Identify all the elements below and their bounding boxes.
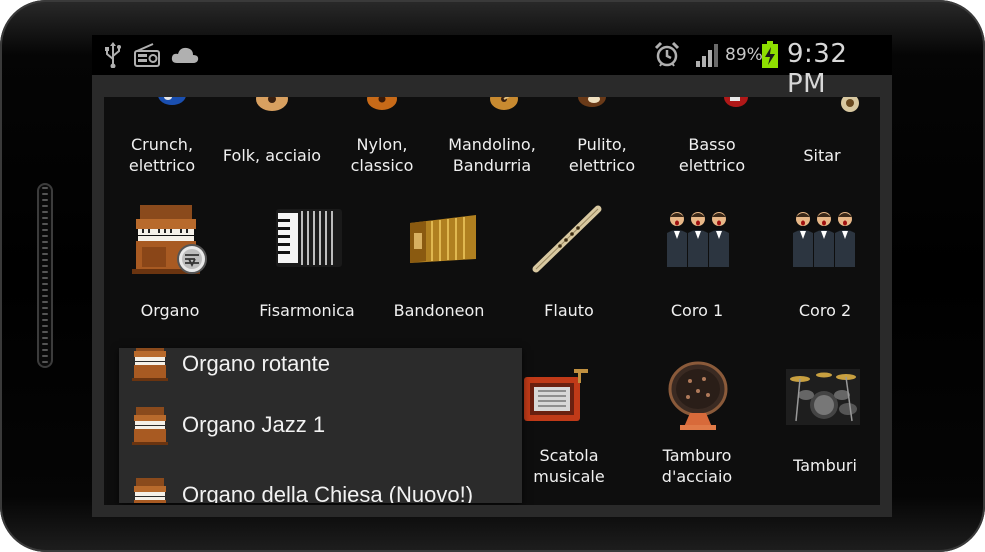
instrument-organ[interactable]: Organo xyxy=(112,193,228,333)
instrument-bandoneon[interactable]: Bandoneon xyxy=(374,193,504,333)
battery-percent: 89% xyxy=(725,45,763,65)
music-box-icon xyxy=(520,365,590,430)
usb-icon xyxy=(100,42,126,68)
instrument-choir-2[interactable]: Coro 2 xyxy=(760,193,880,333)
instrument-choir-1[interactable]: Coro 1 xyxy=(632,193,762,333)
organ-icon xyxy=(132,348,170,385)
sitar-icon xyxy=(836,97,866,124)
clock: 9:32 PM xyxy=(787,39,848,99)
organ-icon xyxy=(132,476,170,503)
instrument-clean-electric[interactable]: Pulito, elettrico xyxy=(552,97,652,181)
dropdown-item-organo-rotante[interactable]: Organo rotante xyxy=(119,348,522,395)
cloud-icon xyxy=(169,42,201,68)
steel-drum-icon xyxy=(664,359,736,436)
dropdown-item-organo-della-chiesa[interactable]: Organo della Chiesa (Nuovo!) xyxy=(119,466,522,503)
choir-icon xyxy=(666,209,730,274)
instrument-nylon-classic[interactable]: Nylon, classico xyxy=(332,97,432,181)
instrument-drums[interactable]: Tamburi xyxy=(760,357,880,497)
dropdown-item-organo-jazz-1[interactable]: Organo Jazz 1 xyxy=(119,395,522,457)
acoustic-guitar-icon xyxy=(250,97,294,124)
flute-icon xyxy=(530,203,606,280)
instrument-grid: Crunch, elettrico Folk, acciaio Nylon, c… xyxy=(104,97,880,505)
signal-icon xyxy=(693,42,723,68)
clean-guitar-icon xyxy=(574,97,614,120)
instrument-sitar[interactable]: Sitar xyxy=(772,97,872,181)
instrument-crunch-electric[interactable]: Crunch, elettrico xyxy=(112,97,212,181)
instrument-accordion[interactable]: Fisarmonica xyxy=(242,193,372,333)
device-screen: 89% 9:32 PM Crunch, elettrico Folk, acci… xyxy=(92,35,892,517)
instrument-music-box[interactable]: Scatola musicale xyxy=(504,357,634,497)
status-bar: 89% 9:32 PM xyxy=(92,35,892,99)
classical-guitar-icon xyxy=(360,97,404,122)
choir-icon xyxy=(792,209,856,274)
accordion-icon xyxy=(274,205,344,276)
radio-icon xyxy=(132,42,162,68)
instrument-steel-drum[interactable]: Tamburo d'acciaio xyxy=(632,357,762,497)
instrument-electric-bass[interactable]: Basso elettrico xyxy=(662,97,762,181)
drum-kit-icon xyxy=(786,369,860,430)
instrument-folk-steel[interactable]: Folk, acciaio xyxy=(222,97,322,181)
organ-icon xyxy=(132,203,212,280)
electric-guitar-icon xyxy=(152,97,192,116)
instrument-flute[interactable]: Flauto xyxy=(504,193,634,333)
bandoneon-icon xyxy=(406,211,480,272)
bass-guitar-icon xyxy=(718,97,752,120)
mandolin-icon xyxy=(486,97,526,122)
organ-icon xyxy=(132,405,170,449)
speaker-grille xyxy=(37,183,53,368)
alarm-icon xyxy=(652,41,682,68)
organ-dropdown: Organo rotante Organo Jazz 1 Organo dell… xyxy=(119,348,522,503)
battery-charging-icon xyxy=(760,41,780,68)
instrument-mandolin[interactable]: Mandolino, Bandurria xyxy=(442,97,542,181)
